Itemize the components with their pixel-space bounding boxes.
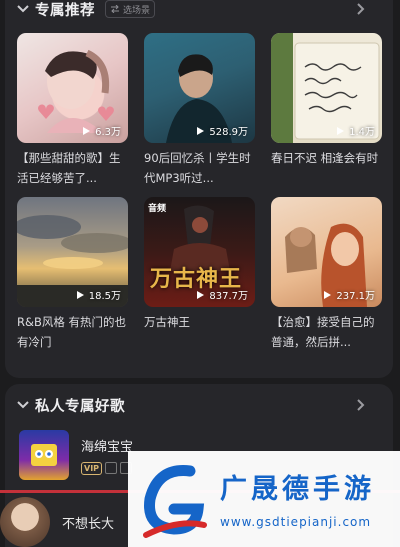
play-icon [197,290,205,299]
play-count-value: 6.3万 [95,127,121,138]
section-header-recommend: 专属推荐 选场景 [5,0,393,20]
audio-tag: 音频 [148,204,167,214]
playlist-card[interactable]: 6.3万 【那些甜甜的歌】生活已经够苦了... [17,33,128,190]
playlist-title: R&B风格 有热门的也有冷门 [17,315,127,349]
cover-art [31,444,57,466]
chevron-down-icon[interactable] [15,1,31,17]
chevron-right-icon[interactable] [353,2,367,16]
playlist-card[interactable]: 528.9万 90后回忆杀丨学生时代MP3听过... [144,33,255,190]
playlist-card[interactable]: 18.5万 R&B风格 有热门的也有冷门 [17,197,128,354]
section-title: 专属推荐 [35,2,95,19]
recommend-panel: 专属推荐 选场景 6.3万 【那些甜甜的歌】生活已经够苦了... 528.9万 … [5,0,393,378]
section-title: 私人专属好歌 [35,398,125,415]
play-count-value: 18.5万 [88,291,121,302]
swap-icon [111,5,119,13]
play-count: 237.1万 [324,287,375,302]
playlist-cover: 1.4万 [271,33,382,143]
song-name: 不想长大 [62,516,115,532]
watermark-url: www.gsdtiepianji.com [220,515,372,529]
play-count-value: 528.9万 [209,127,248,138]
playlist-cover: 237.1万 [271,197,382,307]
playlist-cover: 6.3万 [17,33,128,143]
play-count: 528.9万 [197,123,248,138]
play-count-value: 237.1万 [336,291,375,302]
playlist-title: 90后回忆杀丨学生时代MP3听过... [144,151,251,185]
vip-badge: VIP [81,461,103,475]
playlist-card[interactable]: 1.4万 春日不迟 相逢会有时 [271,33,382,190]
playlist-cover: 音频 万古神王 837.7万 [144,197,255,307]
playlist-title: 【那些甜甜的歌】生活已经够苦了... [17,151,121,185]
song-row[interactable]: 海绵宝宝 VIP [19,430,133,480]
play-count: 6.3万 [83,123,121,138]
playlist-card[interactable]: 237.1万 【治愈】接受自己的普通，然后拼... [271,197,382,354]
chevron-right-icon[interactable] [353,398,367,412]
scene-select-chip[interactable]: 选场景 [105,0,156,18]
song-cover [0,497,50,547]
section-header-private: 私人专属好歌 [5,394,393,416]
play-icon [197,126,205,135]
play-count: 837.7万 [197,287,248,302]
play-icon [337,126,345,135]
watermark: 广晟德手游 www.gsdtiepianji.com [128,451,400,547]
scene-select-label: 选场景 [123,5,151,16]
chevron-down-icon[interactable] [15,397,31,413]
song-meta: VIP [81,461,133,475]
playlist-card[interactable]: 音频 万古神王 837.7万 万古神王 [144,197,255,354]
play-icon [324,290,332,299]
song-name: 海绵宝宝 [81,439,134,455]
playlist-cover: 528.9万 [144,33,255,143]
song-row[interactable]: 不想长大 [0,497,114,547]
play-icon [83,126,91,135]
playlist-cover: 18.5万 [17,197,128,307]
playlist-title: 春日不迟 相逢会有时 [271,151,379,165]
play-count-value: 837.7万 [209,291,248,302]
watermark-title: 广晟德手游 [220,474,375,505]
play-count: 18.5万 [76,287,121,302]
song-cover [19,430,69,480]
watermark-logo-icon [143,465,207,538]
playlist-title: 【治愈】接受自己的普通，然后拼... [271,315,375,349]
play-count: 1.4万 [337,123,375,138]
quality-icon [105,462,118,474]
play-icon [76,290,84,299]
playlist-title: 万古神王 [144,315,190,329]
play-count-value: 1.4万 [349,127,375,138]
